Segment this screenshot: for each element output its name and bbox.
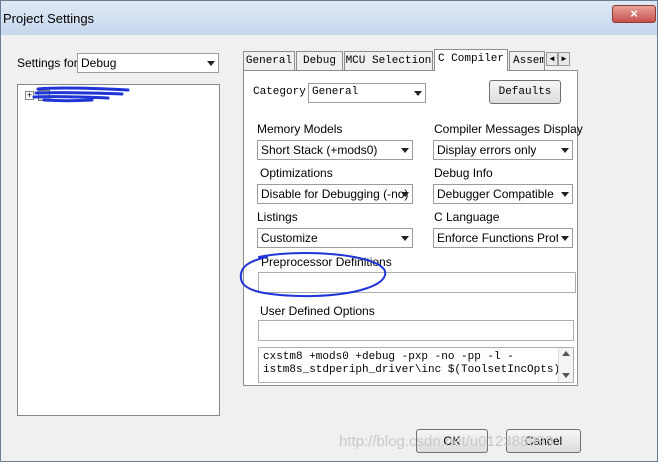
tab-general[interactable]: General xyxy=(243,51,295,70)
tab-mcu-selection[interactable]: MCU Selection xyxy=(344,51,433,70)
memory-models-label: Memory Models xyxy=(257,122,343,136)
user-options-label: User Defined Options xyxy=(260,304,375,318)
debug-info-value: Debugger Compatible xyxy=(437,187,554,201)
command-line-1: cxstm8 +mods0 +debug -pxp -no -pp -l - xyxy=(263,351,514,363)
command-line-scrollbar[interactable] xyxy=(558,348,573,382)
listings-label: Listings xyxy=(257,210,298,224)
listings-value: Customize xyxy=(261,231,318,245)
chevron-down-icon xyxy=(561,148,569,153)
command-line-box[interactable]: cxstm8 +mods0 +debug -pxp -no -pp -l - i… xyxy=(258,347,574,383)
settings-for-label: Settings for: xyxy=(17,56,82,70)
scroll-down-icon[interactable] xyxy=(562,373,570,378)
category-dropdown[interactable]: General xyxy=(308,83,426,103)
user-options-input[interactable] xyxy=(258,320,574,341)
title-bar[interactable]: Project Settings × xyxy=(1,1,657,35)
debug-info-dropdown[interactable]: Debugger Compatible xyxy=(433,184,573,204)
chevron-down-icon xyxy=(401,192,409,197)
memory-models-value: Short Stack (+mods0) xyxy=(261,143,378,157)
optimizations-dropdown[interactable]: Disable for Debugging (-no) xyxy=(257,184,413,204)
watermark: http://blog.csdn.net/u012388993 xyxy=(339,433,554,450)
memory-models-dropdown[interactable]: Short Stack (+mods0) xyxy=(257,140,413,160)
chevron-down-icon xyxy=(561,236,569,241)
project-tree[interactable]: + xyxy=(17,84,220,416)
command-line-2: istm8s_stdperiph_driver\inc $(ToolsetInc… xyxy=(263,364,574,376)
settings-for-dropdown[interactable]: Debug xyxy=(77,53,219,73)
annotation-circle xyxy=(239,252,387,298)
category-value: General xyxy=(312,86,359,98)
optimizations-label: Optimizations xyxy=(260,166,333,180)
chevron-down-icon xyxy=(207,61,215,66)
debug-info-label: Debug Info xyxy=(434,166,493,180)
compiler-messages-value: Display errors only xyxy=(437,143,537,157)
compiler-messages-dropdown[interactable]: Display errors only xyxy=(433,140,573,160)
window-title: Project Settings xyxy=(3,11,95,26)
chevron-down-icon xyxy=(401,148,409,153)
c-language-value: Enforce Functions Protot xyxy=(437,231,558,245)
settings-for-value: Debug xyxy=(81,56,117,70)
compiler-messages-label: Compiler Messages Display xyxy=(434,122,583,136)
category-label: Category xyxy=(253,86,306,98)
project-settings-window: Project Settings × Settings for: Debug +… xyxy=(0,0,658,462)
tab-scroll-left-icon[interactable]: ◄ xyxy=(546,52,558,66)
c-language-dropdown[interactable]: Enforce Functions Protot xyxy=(433,228,573,248)
optimizations-value: Disable for Debugging (-no) xyxy=(261,187,409,201)
defaults-button[interactable]: Defaults xyxy=(489,80,561,104)
chevron-down-icon xyxy=(561,192,569,197)
scroll-up-icon[interactable] xyxy=(562,351,570,356)
tab-c-compiler[interactable]: C Compiler xyxy=(434,49,508,71)
redaction-scribble xyxy=(32,86,130,103)
c-language-label: C Language xyxy=(434,210,500,224)
close-button[interactable]: × xyxy=(612,5,656,23)
tab-scroll-right-icon[interactable]: ► xyxy=(558,52,570,66)
tab-debug[interactable]: Debug xyxy=(296,51,343,70)
listings-dropdown[interactable]: Customize xyxy=(257,228,413,248)
chevron-down-icon xyxy=(401,236,409,241)
chevron-down-icon xyxy=(414,91,422,96)
tab-assembler[interactable]: Assembl xyxy=(509,51,545,70)
